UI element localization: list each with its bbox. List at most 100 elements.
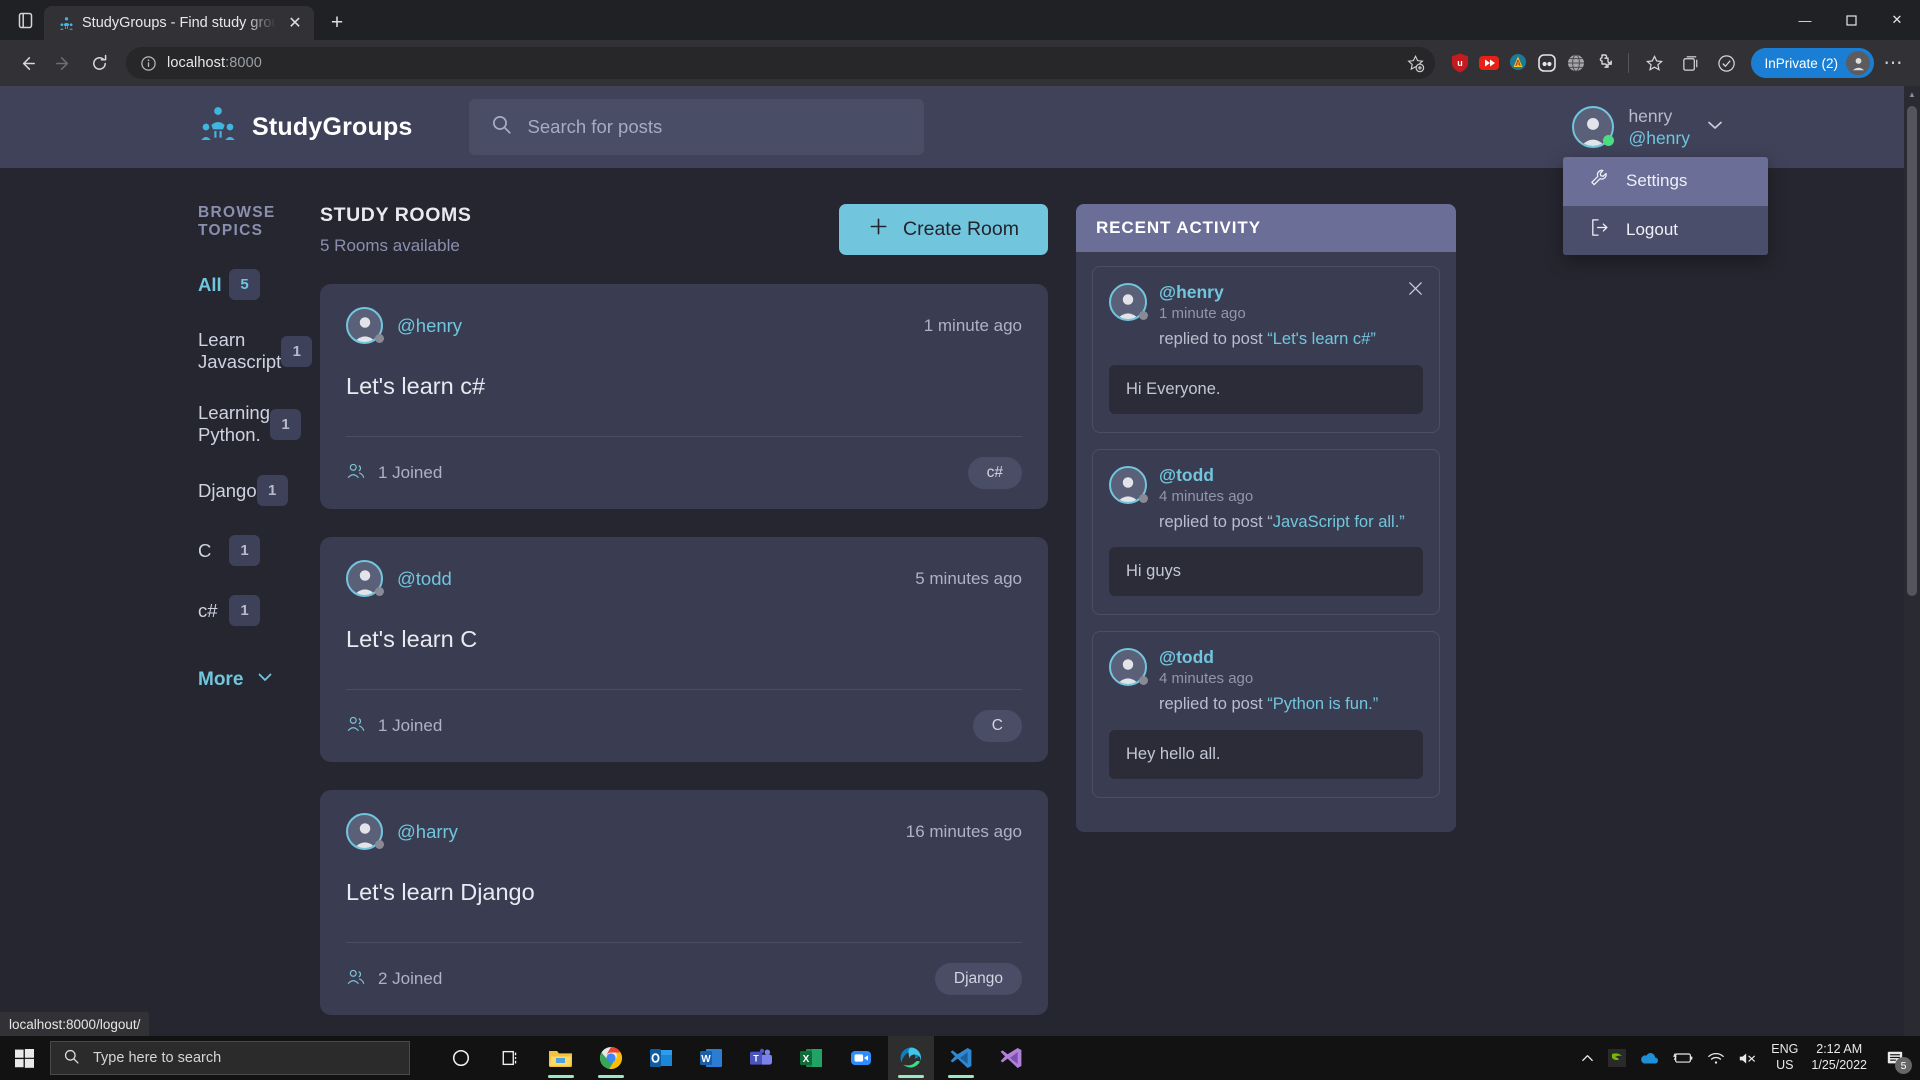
topic-item-all[interactable]: All 5 <box>198 269 320 300</box>
task-view-icon[interactable] <box>488 1036 534 1080</box>
room-host[interactable]: @henry <box>397 315 462 337</box>
profile-menu-trigger[interactable]: henry @henry Settings <box>1572 105 1726 150</box>
new-tab-button[interactable]: + <box>320 6 354 40</box>
lang-line-2: US <box>1771 1058 1798 1074</box>
clock[interactable]: 2:12 AM 1/25/2022 <box>1811 1042 1867 1073</box>
scrollbar-thumb[interactable] <box>1907 106 1917 596</box>
studygroups-icon <box>58 15 74 31</box>
visual-studio-icon[interactable] <box>988 1036 1034 1080</box>
topic-item-learn-javascript[interactable]: Learn Javascript 1 <box>198 329 320 373</box>
room-title[interactable]: Let's learn Django <box>346 879 1022 906</box>
room-card[interactable]: @harry 16 minutes ago Let's learn Django… <box>320 790 1048 1015</box>
page-scrollbar[interactable]: ▲ <box>1904 86 1920 1036</box>
activity-action: replied to post “JavaScript for all.” <box>1159 511 1423 533</box>
excel-icon[interactable]: X <box>788 1036 834 1080</box>
outlook-icon[interactable] <box>638 1036 684 1080</box>
activity-item[interactable]: @henry 1 minute ago replied to post “Let… <box>1092 266 1440 433</box>
running-indicator <box>948 1075 974 1078</box>
profile-dropdown-menu: Settings Logout <box>1563 157 1768 255</box>
show-hidden-icons[interactable] <box>1580 1051 1595 1066</box>
taskbar-search-input[interactable]: Type here to search <box>50 1041 410 1075</box>
topic-label: Django <box>198 480 257 502</box>
room-card[interactable]: @todd 5 minutes ago Let's learn C 1 Join… <box>320 537 1048 762</box>
zoom-icon[interactable] <box>838 1036 884 1080</box>
search-input[interactable]: Search for posts <box>469 99 924 155</box>
more-topics-button[interactable]: More <box>198 667 320 693</box>
topic-count: 1 <box>281 336 312 367</box>
adblock-icon[interactable]: A <box>1507 52 1529 74</box>
puzzle-icon[interactable] <box>1594 52 1616 74</box>
activity-user[interactable]: @todd <box>1159 648 1423 667</box>
activity-post-link[interactable]: JavaScript for all.” <box>1273 513 1405 531</box>
browser-essentials-icon[interactable] <box>1709 46 1743 80</box>
ublock-origin-icon[interactable]: u <box>1449 52 1471 74</box>
room-host[interactable]: @todd <box>397 568 452 590</box>
address-bar[interactable]: localhost:8000 <box>126 47 1435 79</box>
tab-close-icon[interactable]: ✕ <box>284 12 306 34</box>
activity-item[interactable]: @todd 4 minutes ago replied to post “Jav… <box>1092 449 1440 616</box>
room-host[interactable]: @harry <box>397 821 458 843</box>
info-icon[interactable] <box>140 55 157 72</box>
browser-tab[interactable]: StudyGroups - Find study groups ✕ <box>44 6 314 40</box>
onedrive-icon[interactable] <box>1639 1051 1659 1066</box>
forward-icon[interactable] <box>46 46 80 80</box>
battery-charging-icon[interactable] <box>1672 1051 1694 1065</box>
room-time: 1 minute ago <box>924 316 1022 336</box>
create-room-button[interactable]: Create Room <box>839 204 1048 255</box>
room-topic-tag[interactable]: C <box>973 710 1022 742</box>
vscode-icon[interactable] <box>938 1036 984 1080</box>
more-options-icon[interactable]: ⋯ <box>1876 46 1910 80</box>
minimize-button[interactable]: — <box>1782 0 1828 40</box>
topic-item-learning-python[interactable]: Learning Python. 1 <box>198 402 320 446</box>
activity-post-link[interactable]: “Let's learn c#” <box>1267 330 1376 348</box>
activity-item[interactable]: @todd 4 minutes ago replied to post “Pyt… <box>1092 631 1440 798</box>
menu-item-logout[interactable]: Logout <box>1563 206 1768 255</box>
language-indicator[interactable]: ENG US <box>1771 1042 1798 1073</box>
add-favorite-icon[interactable] <box>1406 54 1425 73</box>
action-center-icon[interactable]: 5 <box>1880 1043 1910 1073</box>
room-title[interactable]: Let's learn C <box>346 626 1022 653</box>
close-icon[interactable] <box>1406 279 1425 302</box>
activity-user[interactable]: @todd <box>1159 466 1423 485</box>
globe-icon[interactable] <box>1565 52 1587 74</box>
word-icon[interactable]: W <box>688 1036 734 1080</box>
scroll-up-arrow[interactable]: ▲ <box>1904 86 1920 102</box>
brand[interactable]: StudyGroups <box>198 105 413 150</box>
chevron-down-icon[interactable] <box>1704 114 1726 141</box>
status-dot <box>375 840 384 849</box>
video-speed-icon[interactable] <box>1478 52 1500 74</box>
topic-item-django[interactable]: Django 1 <box>198 475 320 506</box>
online-status-dot <box>1603 135 1614 146</box>
nvidia-icon[interactable] <box>1608 1049 1626 1067</box>
teams-icon[interactable]: T <box>738 1036 784 1080</box>
volume-muted-icon[interactable] <box>1738 1051 1758 1066</box>
wifi-icon[interactable] <box>1707 1051 1725 1066</box>
favorites-icon[interactable] <box>1637 46 1671 80</box>
back-icon[interactable] <box>10 46 44 80</box>
google-chrome-icon[interactable] <box>588 1036 634 1080</box>
menu-item-settings[interactable]: Settings <box>1563 157 1768 206</box>
maximize-button[interactable] <box>1828 0 1874 40</box>
reload-icon[interactable] <box>82 46 116 80</box>
activity-user[interactable]: @henry <box>1159 283 1423 302</box>
clock-date: 1/25/2022 <box>1811 1058 1867 1074</box>
microsoft-edge-icon[interactable] <box>888 1036 934 1080</box>
activity-post-link[interactable]: “Python is fun.” <box>1267 695 1378 713</box>
inprivate-profile-pill[interactable]: InPrivate (2) <box>1751 48 1874 78</box>
cortana-icon[interactable] <box>438 1036 484 1080</box>
recent-activity-panel: RECENT ACTIVITY <box>1076 168 1456 1015</box>
close-window-button[interactable]: ✕ <box>1874 0 1920 40</box>
activity-time: 4 minutes ago <box>1159 670 1423 687</box>
room-card[interactable]: @henry 1 minute ago Let's learn c# 1 Joi… <box>320 284 1048 509</box>
room-topic-tag[interactable]: c# <box>968 457 1022 489</box>
tab-actions-icon[interactable] <box>6 0 44 40</box>
topic-item-csharp[interactable]: c# 1 <box>198 595 320 626</box>
pocket-icon[interactable] <box>1536 52 1558 74</box>
collections-icon[interactable] <box>1673 46 1707 80</box>
room-topic-tag[interactable]: Django <box>935 963 1022 995</box>
room-title[interactable]: Let's learn c# <box>346 373 1022 400</box>
topic-item-c[interactable]: C 1 <box>198 535 320 566</box>
windows-start-icon[interactable] <box>0 1036 48 1080</box>
joined-count: 1 Joined <box>346 714 442 739</box>
file-explorer-icon[interactable] <box>538 1036 584 1080</box>
